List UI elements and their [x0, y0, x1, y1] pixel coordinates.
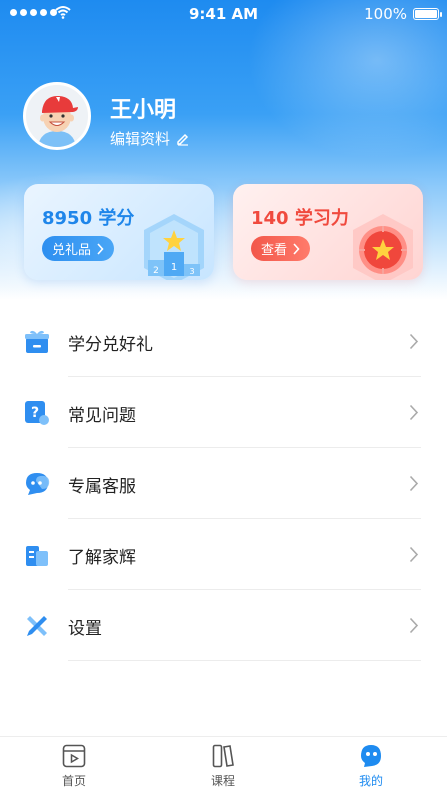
question-icon: ? — [25, 401, 49, 425]
tab-label: 课程 — [210, 774, 235, 788]
menu-label: 学分兑好礼 — [68, 335, 153, 355]
chevron-right-icon — [409, 333, 419, 350]
menu-item-customer-service[interactable]: 专属客服 — [0, 448, 447, 519]
tab-label: 我的 — [358, 774, 383, 788]
learning-power-title: 140 学习力 — [251, 208, 349, 229]
menu-item-faq[interactable]: ? 常见问题 — [0, 377, 447, 448]
credits-card[interactable]: 8950 学分 兑礼品 1 2 3 — [24, 184, 214, 280]
username: 王小明 — [110, 98, 177, 123]
gift-box-icon — [25, 330, 49, 353]
chevron-right-icon — [409, 475, 419, 492]
svg-text:3: 3 — [189, 267, 194, 276]
menu-item-redeem-gift[interactable]: 学分兑好礼 — [0, 306, 447, 377]
view-label: 查看 — [261, 243, 288, 258]
svg-text:2: 2 — [153, 266, 159, 276]
tab-home[interactable]: 首页 — [34, 743, 114, 789]
tab-label: 首页 — [61, 774, 86, 788]
chat-service-icon — [26, 473, 50, 495]
battery-tip — [440, 12, 442, 17]
chevron-right-icon — [293, 242, 300, 255]
avatar-boy-icon — [26, 85, 88, 147]
home-video-icon — [62, 744, 86, 768]
divider — [68, 660, 421, 661]
chevron-right-icon — [409, 546, 419, 563]
battery-icon — [413, 8, 439, 20]
tab-mine[interactable]: 我的 — [331, 743, 411, 789]
redeem-gift-label: 兑礼品 — [52, 243, 92, 258]
chevron-right-icon — [409, 404, 419, 421]
redeem-gift-button[interactable]: 兑礼品 — [42, 236, 115, 261]
chevron-right-icon — [97, 242, 104, 255]
menu-label: 设置 — [68, 619, 102, 639]
edit-profile-label: 编辑资料 — [110, 130, 171, 148]
svg-text:1: 1 — [171, 262, 177, 273]
menu-label: 了解家辉 — [68, 548, 136, 568]
podium-trophy-icon: 1 2 3 — [144, 214, 204, 280]
menu-item-about[interactable]: 了解家辉 — [0, 519, 447, 590]
learning-power-card[interactable]: 140 学习力 查看 — [233, 184, 423, 280]
medal-icon — [353, 214, 413, 280]
view-button[interactable]: 查看 — [251, 236, 311, 261]
status-bar: 9:41 AM 100% — [0, 0, 447, 28]
edit-profile-link[interactable]: 编辑资料 — [110, 128, 190, 149]
credits-title: 8950 学分 — [42, 208, 135, 229]
svg-text:?: ? — [31, 405, 39, 421]
menu-label: 常见问题 — [68, 406, 136, 426]
pencil-icon — [177, 133, 189, 146]
battery-percent: 100% — [364, 5, 407, 23]
course-books-icon — [212, 744, 234, 768]
settings-tools-icon — [27, 616, 47, 636]
bottom-tab-bar: 首页 课程 我的 — [0, 736, 447, 795]
menu-label: 专属客服 — [68, 477, 136, 497]
mine-face-icon — [361, 745, 381, 767]
chevron-right-icon — [409, 617, 419, 634]
avatar[interactable] — [23, 82, 91, 150]
menu-item-settings[interactable]: 设置 — [0, 590, 447, 661]
building-info-icon — [26, 546, 48, 566]
menu-list: 学分兑好礼 ? 常见问题 专属客服 了解家辉 设置 — [0, 306, 447, 661]
tab-courses[interactable]: 课程 — [183, 743, 263, 789]
